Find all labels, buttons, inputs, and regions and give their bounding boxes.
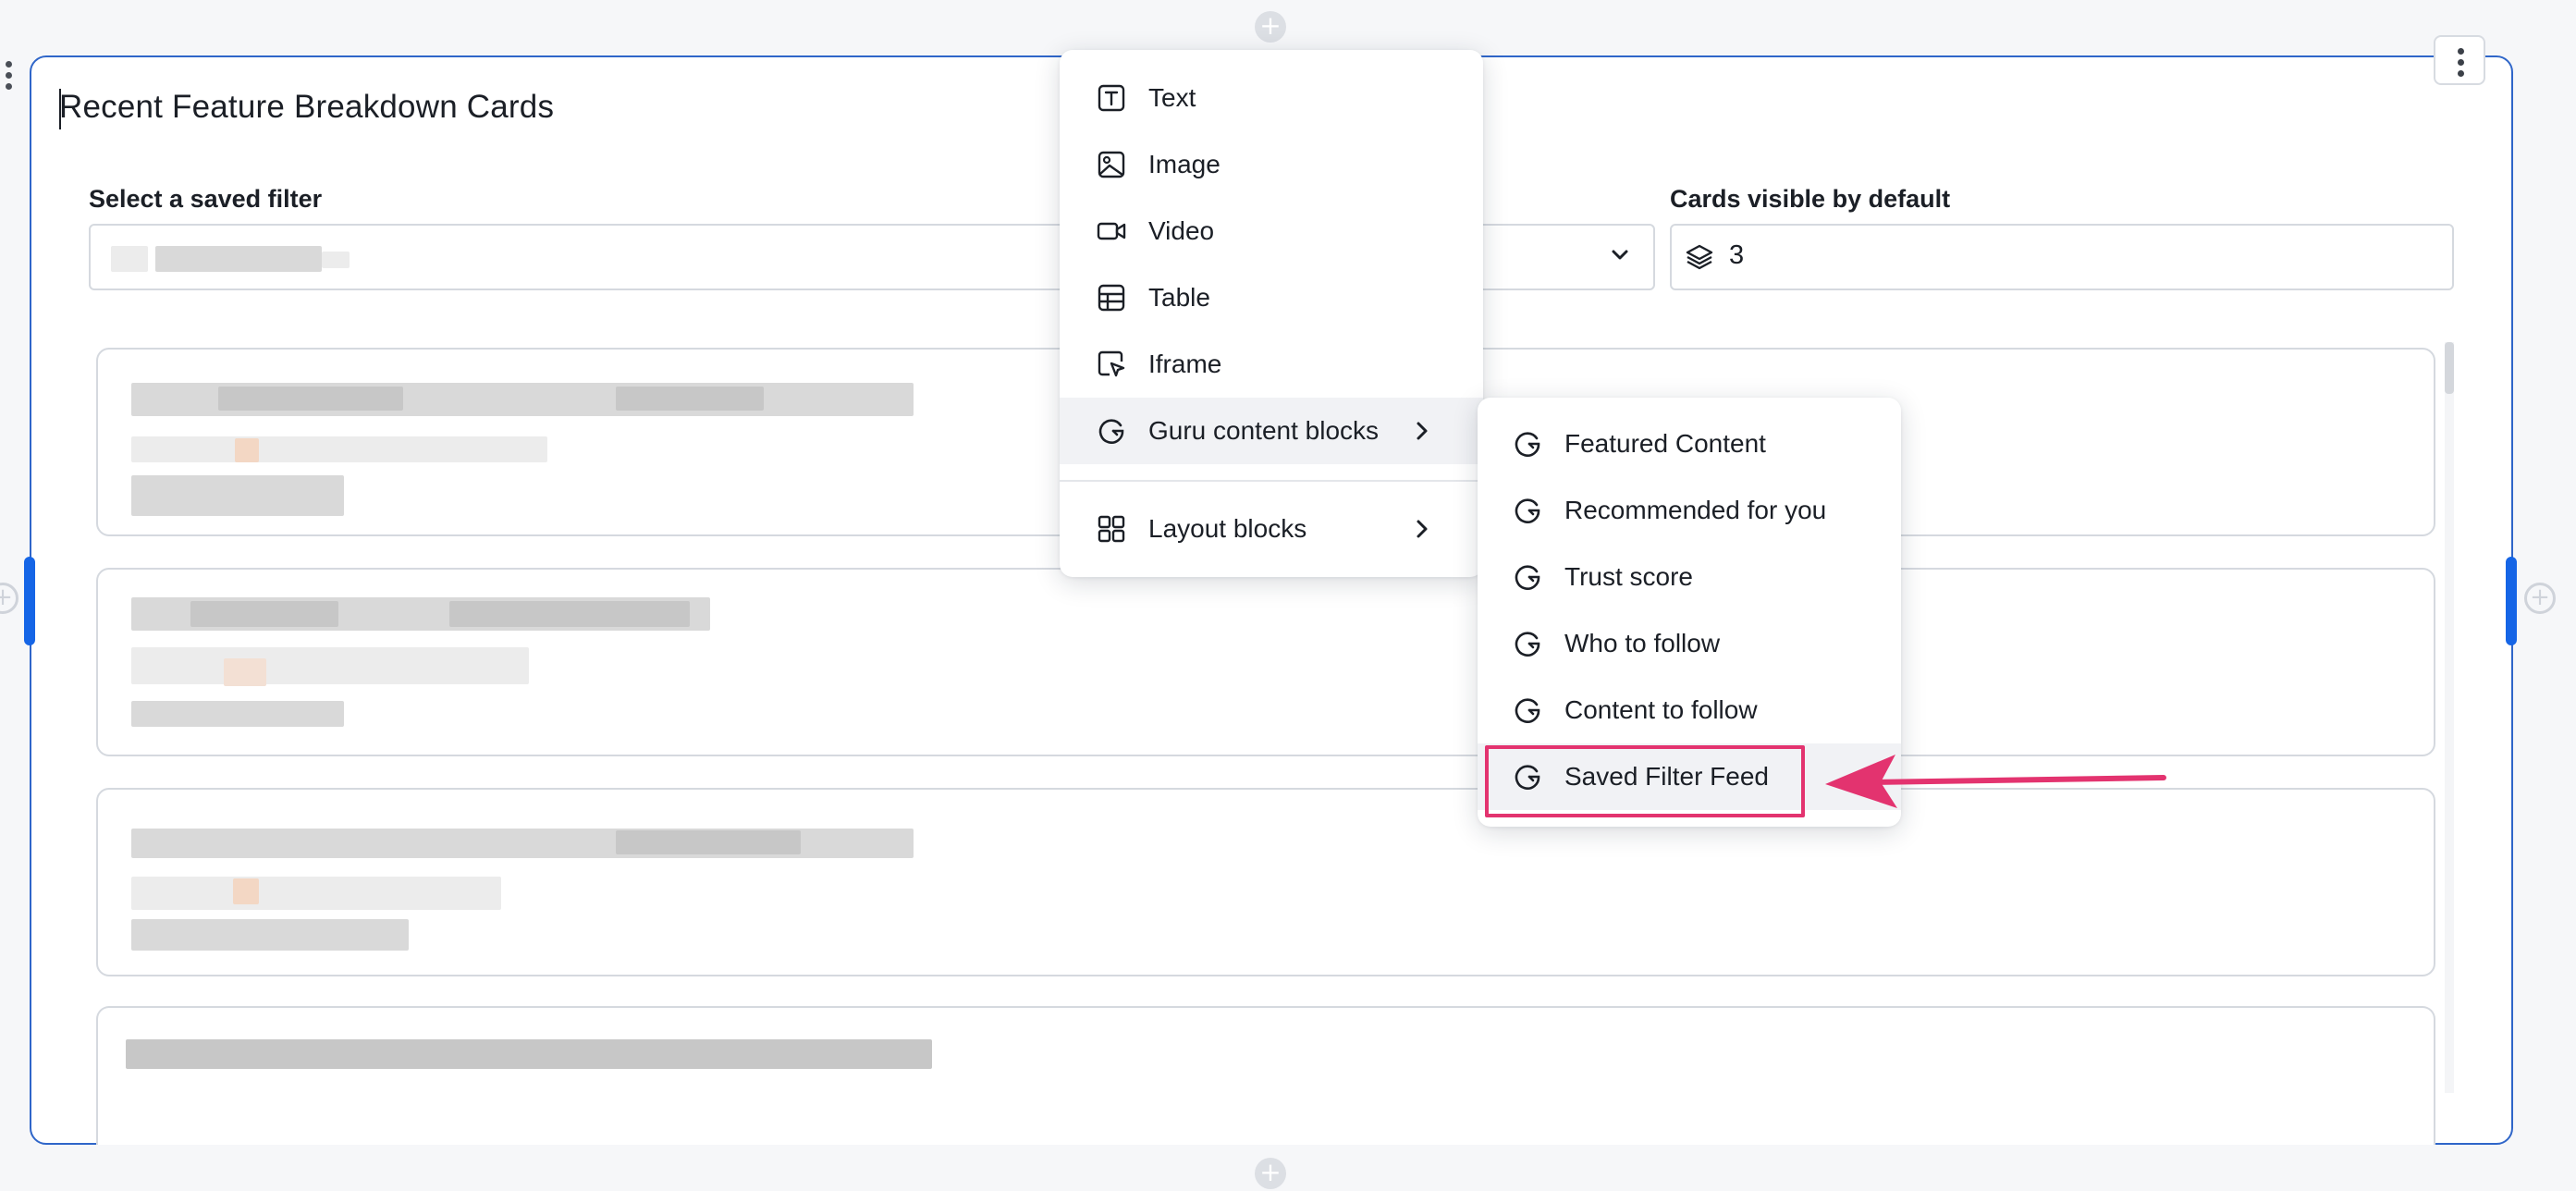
add-block-below-button[interactable]: + [1255,1158,1286,1189]
submenu-item-label: Content to follow [1564,695,1758,724]
card-list-scrollbar[interactable] [2445,342,2454,1093]
menu-divider [1060,480,1483,482]
menu-item-label: Video [1148,216,1215,245]
blurred-card-title [449,601,690,627]
drag-handle-icon[interactable] [4,61,15,94]
guru-icon [1515,632,1540,657]
menu-item-image[interactable]: Image [1060,131,1483,198]
table-icon [1098,284,1125,312]
blurred-card-meta [131,877,501,910]
blurred-card-meta [131,475,344,516]
feed-card[interactable] [96,568,2435,756]
feed-card[interactable] [96,1006,2435,1145]
chevron-right-icon [1417,422,1428,440]
blurred-card-meta [131,647,529,684]
layers-icon [1686,244,1713,270]
card-list-scroll-thumb[interactable] [2445,342,2454,394]
menu-item-label: Table [1148,283,1210,312]
menu-item-label: Guru content blocks [1148,416,1380,445]
block-options-button[interactable] [2434,35,2485,85]
block-title[interactable]: Recent Feature Breakdown Cards [59,89,554,126]
resize-handle-right[interactable] [2506,557,2517,645]
submenu-item-content-to-follow[interactable]: Content to follow [1478,677,1901,743]
cards-visible-value: 3 [1729,240,1745,270]
image-icon [1098,151,1125,178]
add-block-above-button[interactable]: + [1255,11,1286,43]
insert-block-menu: Text Image Video Table Iframe Guru conte… [1060,50,1483,577]
menu-item-video[interactable]: Video [1060,198,1483,264]
video-icon [1097,222,1126,240]
cards-visible-label: Cards visible by default [1670,185,1951,213]
blurred-card-meta [224,658,266,686]
submenu-item-who-to-follow[interactable]: Who to follow [1478,610,1901,677]
guru-icon [1515,565,1540,590]
saved-filter-label: Select a saved filter [89,185,323,213]
chevron-down-icon[interactable] [1609,244,1631,266]
blurred-card-meta [233,878,259,904]
submenu-item-label: Recommended for you [1564,496,1827,524]
blurred-card-title [616,830,801,854]
blurred-filter-value [111,246,148,272]
chevron-right-icon [1417,520,1428,538]
menu-item-text[interactable]: Text [1060,65,1483,131]
guru-icon [1515,698,1540,723]
blurred-filter-value [322,252,350,268]
menu-item-label: Iframe [1148,350,1222,378]
blurred-card-title [218,387,403,411]
resize-handle-left[interactable] [24,557,35,645]
blurred-filter-value [155,246,322,272]
menu-item-table[interactable]: Table [1060,264,1483,331]
menu-item-label: Image [1148,150,1221,178]
submenu-item-trust-score[interactable]: Trust score [1478,544,1901,610]
blurred-card-title [126,1039,932,1069]
annotation-arrow-icon [1825,755,2166,808]
submenu-item-label: Trust score [1564,562,1693,591]
feed-card[interactable] [96,788,2435,976]
blurred-card-title [190,601,338,627]
add-column-right-button[interactable]: + [2524,583,2556,614]
layout-icon [1098,515,1125,543]
add-column-left-button[interactable]: + [0,583,18,614]
blurred-card-title [616,387,764,411]
submenu-item-label: Featured Content [1564,429,1766,458]
cards-visible-input[interactable] [1670,224,2454,290]
guru-icon [1515,432,1540,457]
blurred-card-meta [131,919,409,951]
guru-icon [1515,498,1540,523]
menu-item-iframe[interactable]: Iframe [1060,331,1483,398]
submenu-item-label: Who to follow [1564,629,1721,657]
menu-item-label: Layout blocks [1148,514,1307,543]
blurred-card-meta [131,436,547,462]
annotation-highlight-box [1485,745,1805,817]
guru-icon [1098,419,1124,444]
submenu-item-recommended-for-you[interactable]: Recommended for you [1478,477,1901,544]
iframe-icon [1098,350,1125,377]
submenu-item-featured-content[interactable]: Featured Content [1478,411,1901,477]
text-icon [1098,84,1125,112]
menu-item-label: Text [1148,83,1196,112]
blurred-card-meta [235,438,259,462]
blurred-card-meta [131,701,344,727]
